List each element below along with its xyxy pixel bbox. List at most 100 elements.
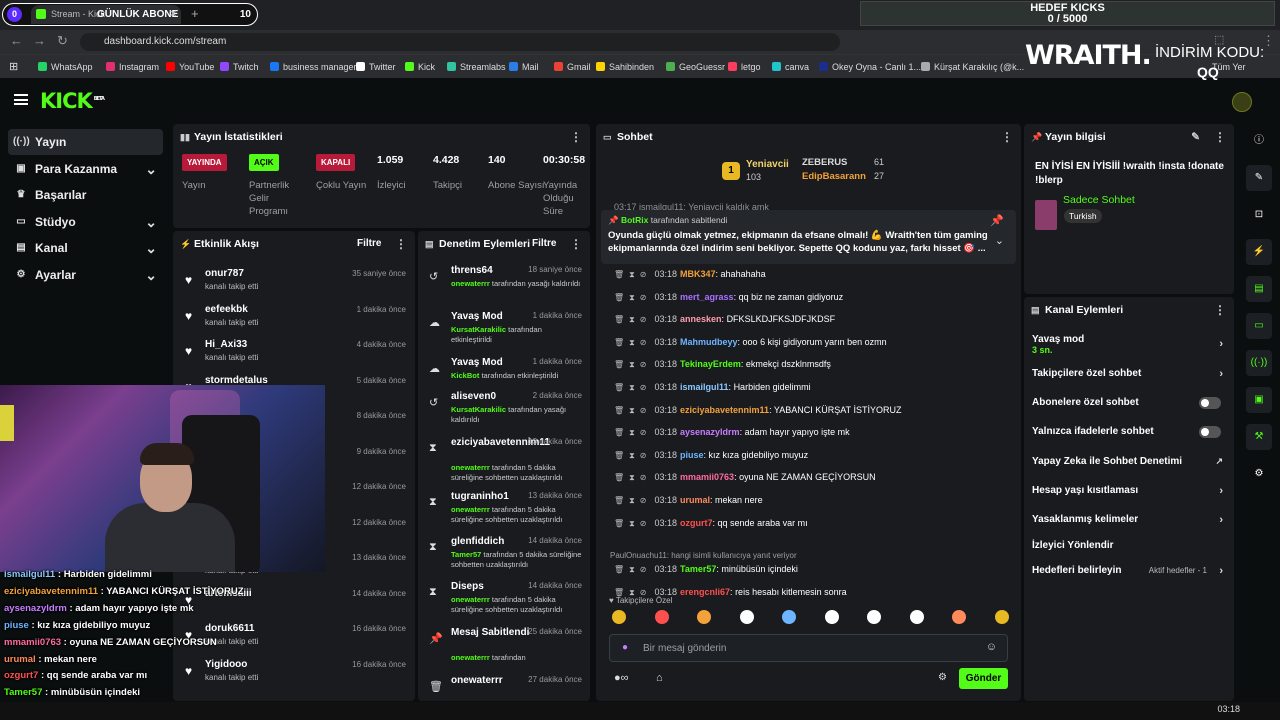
slow-mode-action[interactable]: Yavaş mod 3 sn. ›	[1032, 334, 1227, 355]
reload-icon[interactable]: ↻	[57, 33, 68, 49]
event-user[interactable]: stormdetalus	[205, 375, 268, 386]
emote-icon[interactable]	[654, 610, 669, 624]
audit-target[interactable]: Yavaş Mod	[451, 357, 536, 369]
delete-icon[interactable]: 🗑	[614, 315, 624, 324]
ban-icon[interactable]: ⊘	[640, 565, 647, 574]
channel-action-7[interactable]: Hedefleri belirleyin › Aktif hedefler - 1	[1032, 565, 1227, 577]
ban-icon[interactable]: ⊘	[640, 496, 647, 505]
audit-moderator[interactable]: KursatKarakilic	[451, 405, 506, 414]
delete-icon[interactable]: 🗑	[614, 338, 624, 347]
delete-icon[interactable]: 🗑	[614, 270, 624, 279]
delete-icon[interactable]: 🗑	[614, 588, 624, 597]
audit-moderator[interactable]: onewaterrr	[451, 653, 490, 662]
kick-logo[interactable]: KICK BETA	[40, 89, 105, 113]
emote-icon[interactable]	[739, 610, 754, 624]
apps-icon[interactable]: ⊞	[9, 55, 18, 79]
sidebar-item-5[interactable]: ⚙ Ayarlar ⌄	[8, 262, 163, 288]
audit-target[interactable]: eziciyabavetennim11	[451, 437, 550, 449]
ban-icon[interactable]: ⊘	[640, 428, 647, 437]
delete-icon[interactable]: 🗑	[614, 496, 624, 505]
sidebar-item-4[interactable]: ▤ Kanal ⌄	[8, 235, 163, 261]
store-icon[interactable]: ⌂	[656, 672, 663, 684]
menu-icon[interactable]	[14, 94, 28, 105]
events-more-icon[interactable]: ⋮	[395, 231, 407, 257]
url-field[interactable]: dashboard.kick.com/stream	[80, 33, 840, 51]
expand-pinned-icon[interactable]: ⌄	[995, 234, 1004, 247]
tool-button-0[interactable]: ⓘ	[1246, 128, 1272, 154]
forward-icon[interactable]: →	[33, 33, 46, 48]
user-avatar[interactable]	[1232, 92, 1252, 112]
timeout-icon[interactable]: ⧗	[629, 338, 635, 347]
audit-target[interactable]: Mesaj Sabitlendi	[451, 627, 536, 639]
event-user[interactable]: Hi_Axi33	[205, 339, 247, 350]
toggle-switch[interactable]	[1199, 397, 1221, 409]
new-tab-icon[interactable]: +	[191, 4, 199, 24]
delete-icon[interactable]: 🗑	[614, 428, 624, 437]
info-more-icon[interactable]: ⋮	[1214, 124, 1226, 150]
delete-icon[interactable]: 🗑	[614, 519, 624, 528]
timeout-icon[interactable]: ⧗	[629, 383, 635, 392]
chat-username[interactable]: ozgurt7	[680, 518, 713, 528]
ban-icon[interactable]: ⊘	[640, 588, 647, 597]
bookmark-13[interactable]: canva	[772, 55, 809, 79]
ban-icon[interactable]: ⊘	[640, 451, 647, 460]
toggle-switch[interactable]	[1199, 426, 1221, 438]
timeout-icon[interactable]: ⧗	[629, 428, 635, 437]
channel-action-4[interactable]: Hesap yaşı kısıtlaması ›	[1032, 485, 1227, 497]
chat-username[interactable]: aysenazyldrm	[680, 427, 740, 437]
delete-icon[interactable]: 🗑	[614, 451, 624, 460]
chat-username[interactable]: mert_agrass	[680, 292, 734, 302]
channel-action-6[interactable]: İzleyici Yönlendir	[1032, 540, 1227, 551]
timeout-icon[interactable]: ⧗	[629, 406, 635, 415]
chat-username[interactable]: ismailgul11	[680, 382, 729, 392]
tool-button-8[interactable]: ⚒	[1246, 424, 1272, 450]
bookmark-3[interactable]: Twitch	[220, 55, 259, 79]
tool-button-9[interactable]: ⚙	[1246, 461, 1272, 487]
channel-action-2[interactable]: Yalnızca ifadelerle sohbet	[1032, 426, 1227, 438]
tool-button-6[interactable]: ((·))	[1246, 350, 1272, 376]
audit-filter-button[interactable]: Filtre	[532, 231, 556, 257]
delete-icon[interactable]: 🗑	[614, 565, 624, 574]
chat-username[interactable]: eziciyabavetennim11	[680, 405, 769, 415]
timeout-icon[interactable]: ⧗	[629, 473, 635, 482]
tool-button-3[interactable]: ⚡	[1246, 239, 1272, 265]
bookmark-11[interactable]: GeoGuessr	[666, 55, 725, 79]
bookmark-9[interactable]: Gmail	[554, 55, 591, 79]
timeout-icon[interactable]: ⧗	[629, 360, 635, 369]
audit-moderator[interactable]: Tamer57	[451, 550, 481, 559]
bookmark-5[interactable]: Twitter	[356, 55, 396, 79]
ban-icon[interactable]: ⊘	[640, 315, 647, 324]
points-icon[interactable]: ●∞	[614, 672, 629, 684]
sidebar-item-0[interactable]: ((·)) Yayın	[8, 129, 163, 155]
delete-icon[interactable]: 🗑	[614, 383, 624, 392]
chat-username[interactable]: urumal	[680, 495, 710, 505]
bookmark-14[interactable]: Okey Oyna - Canlı 1...	[819, 55, 921, 79]
timeout-icon[interactable]: ⧗	[629, 270, 635, 279]
tool-button-1[interactable]: ✎	[1246, 165, 1272, 191]
bookmark-7[interactable]: Streamlabs	[447, 55, 506, 79]
emote-icon[interactable]	[952, 610, 966, 624]
back-icon[interactable]: ←	[10, 33, 23, 48]
bookmark-8[interactable]: Mail	[509, 55, 539, 79]
chat-input[interactable]: ● Bir mesaj gönderin ☺	[609, 634, 1008, 662]
event-user[interactable]: onur787	[205, 268, 244, 279]
actions-more-icon[interactable]: ⋮	[1214, 297, 1226, 323]
audit-target[interactable]: glenfiddich	[451, 536, 536, 548]
timeout-icon[interactable]: ⧗	[629, 588, 635, 597]
ban-icon[interactable]: ⊘	[640, 360, 647, 369]
audit-target[interactable]: tugraninho1	[451, 491, 536, 503]
tool-button-2[interactable]: ⊡	[1246, 202, 1272, 228]
unpin-icon[interactable]: 📌	[990, 214, 1004, 227]
delete-icon[interactable]: 🗑	[614, 406, 624, 415]
emote-icon[interactable]	[612, 610, 626, 624]
emote-icon[interactable]	[994, 610, 1009, 624]
emote-icon[interactable]	[824, 610, 839, 624]
delete-icon[interactable]: 🗑	[614, 473, 624, 482]
bookmark-4[interactable]: business manager	[270, 55, 357, 79]
channel-action-5[interactable]: Yasaklanmış kelimeler ›	[1032, 514, 1227, 526]
timeout-icon[interactable]: ⧗	[629, 519, 635, 528]
bookmark-0[interactable]: WhatsApp	[38, 55, 93, 79]
audit-target[interactable]: Yavaş Mod	[451, 311, 536, 323]
ban-icon[interactable]: ⊘	[640, 473, 647, 482]
audit-target[interactable]: Diseps	[451, 581, 536, 593]
